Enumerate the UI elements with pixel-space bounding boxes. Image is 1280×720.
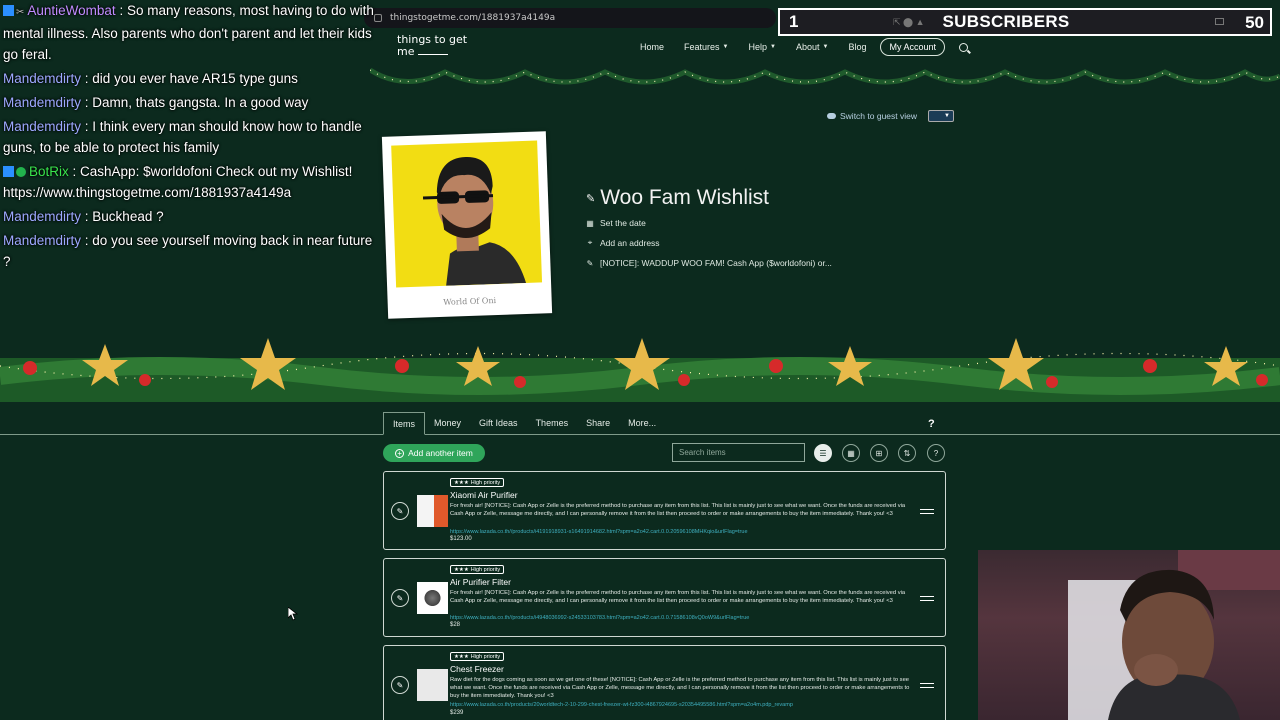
pencil-icon: ✎: [586, 258, 594, 268]
wishlist-title[interactable]: ✎ Woo Fam Wishlist: [586, 186, 769, 210]
mouse-cursor-icon: [288, 607, 298, 621]
profile-photo[interactable]: World Of Oni: [381, 131, 553, 319]
chat-message: Mandemdirty : Buckhead ?: [3, 209, 164, 224]
list-view-icon[interactable]: ☰: [814, 444, 832, 462]
drag-handle-icon[interactable]: [920, 683, 934, 688]
list-item[interactable]: ✎ ★★★ High priority Xiaomi Air Purifier F…: [383, 471, 946, 550]
sub-badge-icon: [3, 5, 14, 16]
nav-features[interactable]: Features ▼: [674, 42, 738, 52]
tab-gift-ideas[interactable]: Gift Ideas: [470, 412, 527, 435]
add-item-button[interactable]: + Add another item: [383, 444, 485, 462]
toggle-icon: [827, 113, 836, 119]
priority-badge: ★★★ High priority: [450, 652, 505, 661]
logo-line2: me: [397, 45, 415, 58]
chevron-down-icon: ▼: [822, 44, 829, 50]
garland-lights-decoration: [370, 67, 1280, 85]
item-name[interactable]: Xiaomi Air Purifier: [450, 490, 518, 500]
set-date-link[interactable]: ▦ Set the date: [586, 218, 646, 228]
wishlist-notice[interactable]: ✎ [NOTICE]: WADDUP WOO FAM! Cash App ($w…: [586, 258, 832, 268]
group-view-icon[interactable]: ⊞: [870, 444, 888, 462]
sort-icon[interactable]: ⇅: [898, 444, 916, 462]
item-price: $28: [450, 622, 461, 628]
tab-items[interactable]: Items: [383, 412, 426, 435]
url-text: thingstogetme.com/1881937a4149a: [390, 13, 556, 23]
calendar-icon: ▦: [586, 218, 594, 228]
add-address-link[interactable]: ⌖ Add an address: [586, 238, 660, 248]
chevron-down-icon: ▼: [722, 44, 729, 50]
nav-home[interactable]: Home: [630, 42, 674, 52]
chat-message: BotRix : CashApp: $worldofoni Check out …: [3, 164, 353, 200]
wishlist-tabs: Items Money Gift Ideas Themes Share More…: [383, 412, 665, 435]
edit-pencil-icon[interactable]: ✎: [391, 676, 409, 694]
item-name[interactable]: Chest Freezer: [450, 664, 504, 674]
mod-badge-icon: ✂: [16, 7, 25, 18]
stream-chat-overlay: ✂ AuntieWombat : So many reasons, most ha…: [3, 0, 378, 275]
stars-icon: ★★★: [454, 653, 469, 660]
item-thumbnail[interactable]: [417, 495, 448, 527]
subscribers-label: SUBSCRIBERS: [942, 12, 1070, 31]
item-link[interactable]: https://www.lazada.co.th//products/i4948…: [450, 615, 749, 621]
item-link[interactable]: https://www.lazada.co.th//products/i4191…: [450, 529, 748, 535]
list-item[interactable]: ✎ ★★★ High priority Chest Freezer Raw die…: [383, 645, 946, 720]
my-account-button[interactable]: My Account: [880, 38, 945, 56]
tab-money[interactable]: Money: [425, 412, 470, 435]
item-price: $123.00: [450, 536, 472, 542]
bot-badge-icon: [3, 166, 14, 177]
item-thumbnail[interactable]: [417, 669, 448, 701]
priority-badge: ★★★ High priority: [450, 565, 505, 574]
subscriber-goal: 50: [1245, 13, 1264, 32]
subscriber-count: 1: [789, 12, 799, 31]
plus-icon: +: [395, 448, 405, 458]
item-description: Raw diet for the dogs coming as soon as …: [450, 677, 910, 699]
stars-icon: ★★★: [454, 479, 469, 486]
subscriber-goal-overlay: 1 ⇱ ⬤ ▲ SUBSCRIBERS 50: [778, 8, 1272, 36]
chevron-down-icon: ▼: [770, 44, 776, 50]
list-item[interactable]: ✎ ★★★ High priority Air Purifier Filter F…: [383, 558, 946, 637]
item-link[interactable]: https://www.lazada.co.th/products/20worl…: [450, 702, 793, 708]
site-logo[interactable]: things to get me: [397, 34, 467, 58]
chat-message: Mandemdirty : Damn, thats gangsta. In a …: [3, 95, 309, 110]
help-icon[interactable]: ?: [928, 418, 935, 430]
main-nav: Home Features ▼ Help ▼ About ▼ Blog My Acco…: [630, 38, 968, 56]
verified-badge-icon: [16, 167, 26, 177]
grid-view-icon[interactable]: ▦: [842, 444, 860, 462]
share-icon: ⇱ ⬤ ▲: [893, 16, 925, 27]
drag-handle-icon[interactable]: [920, 596, 934, 601]
nav-blog[interactable]: Blog: [838, 42, 876, 52]
search-items-input[interactable]: [672, 443, 805, 462]
stars-icon: ★★★: [454, 566, 469, 573]
tab-more[interactable]: More...: [619, 412, 665, 435]
window-icon: [1215, 18, 1224, 25]
address-bar[interactable]: thingstogetme.com/1881937a4149a: [364, 8, 776, 28]
photo-caption: World Of Oni: [443, 296, 497, 307]
christmas-garland-decoration: [0, 338, 1280, 402]
help-circle-icon[interactable]: ?: [927, 444, 945, 462]
chat-message: ✂ AuntieWombat : So many reasons, most ha…: [3, 3, 374, 62]
tab-themes[interactable]: Themes: [527, 412, 578, 435]
profile-image: [391, 140, 543, 288]
item-price: $239: [450, 710, 464, 716]
item-description: For fresh air! [NOTICE]: Cash App or Zel…: [450, 590, 906, 604]
item-description: For fresh air! [NOTICE]: Cash App or Zel…: [450, 503, 906, 517]
switch-guest-view[interactable]: Switch to guest view: [827, 111, 917, 121]
chat-message: Mandemdirty : did you ever have AR15 typ…: [3, 71, 298, 86]
language-flag-select[interactable]: ▼: [928, 110, 954, 122]
chat-message: Mandemdirty : do you see yourself moving…: [3, 233, 373, 269]
item-name[interactable]: Air Purifier Filter: [450, 577, 511, 587]
pencil-icon: ✎: [586, 192, 596, 205]
priority-badge: ★★★ High priority: [450, 478, 505, 487]
item-thumbnail[interactable]: [417, 582, 448, 614]
webcam-feed: [978, 550, 1280, 720]
nav-help[interactable]: Help ▼: [739, 42, 786, 52]
search-icon[interactable]: [959, 42, 968, 52]
edit-pencil-icon[interactable]: ✎: [391, 502, 409, 520]
chat-message: Mandemdirty : I think every man should k…: [3, 119, 362, 155]
nav-about[interactable]: About ▼: [786, 42, 838, 52]
edit-pencil-icon[interactable]: ✎: [391, 589, 409, 607]
location-pin-icon: ⌖: [587, 238, 593, 247]
tab-share[interactable]: Share: [577, 412, 619, 435]
drag-handle-icon[interactable]: [920, 509, 934, 514]
